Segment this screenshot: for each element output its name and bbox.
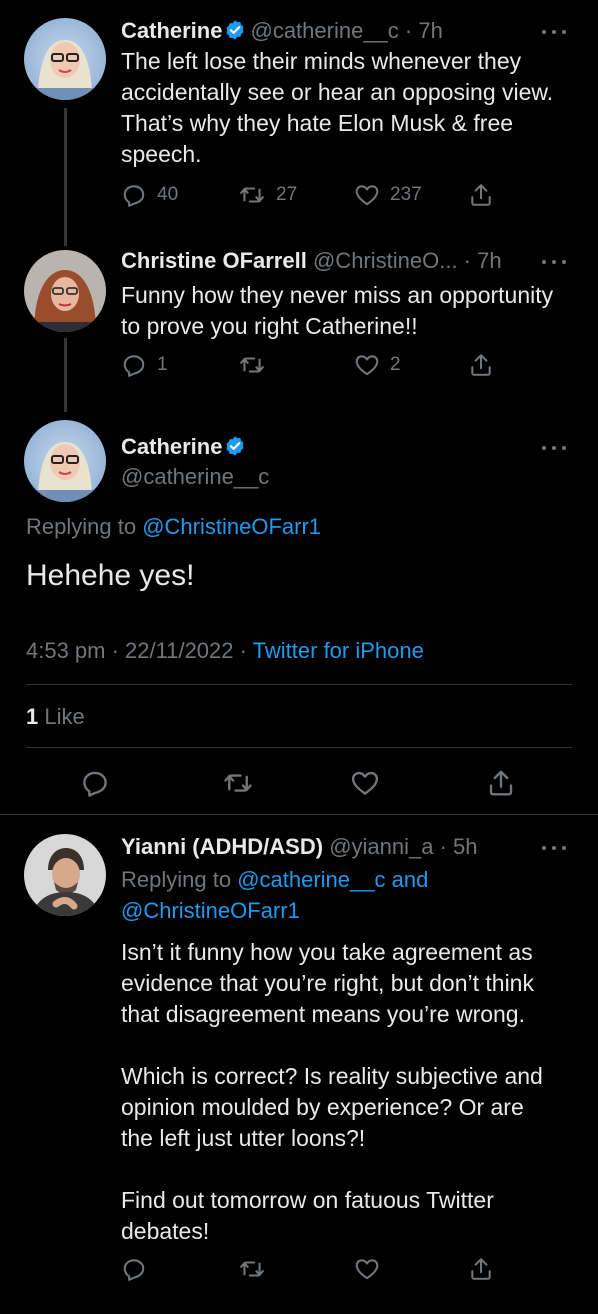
reply-button[interactable]: 40 (121, 182, 178, 208)
share-button[interactable] (486, 768, 516, 798)
reply-icon (121, 182, 147, 208)
display-name[interactable]: Catherine (121, 18, 222, 43)
like-button[interactable] (354, 1256, 380, 1282)
display-name[interactable]: Christine OFarrell (121, 248, 307, 273)
tweet-header: Catherine @catherine__c · 7h (121, 16, 443, 46)
likes-count[interactable]: 1 Like (26, 702, 85, 732)
handle-time[interactable]: @ChristineO... · 7h (313, 248, 502, 273)
retweet-button[interactable]: 27 (238, 182, 297, 208)
reply-icon (121, 1256, 147, 1282)
verified-badge-icon (224, 435, 246, 457)
avatar-yianni[interactable] (24, 834, 106, 916)
like-button[interactable]: 2 (354, 352, 401, 378)
reply-button[interactable] (121, 1256, 147, 1282)
tweet-text: Isn’t it funny how you take agreement as… (121, 939, 543, 1244)
focus-author[interactable]: Catherine @catherine__c (121, 432, 269, 492)
handle: @catherine__c (121, 464, 270, 489)
display-name: Catherine (121, 434, 223, 459)
retweet-icon (238, 182, 266, 208)
share-button[interactable] (468, 1256, 494, 1282)
tweet-header: Christine OFarrell @ChristineO... · 7h (121, 246, 502, 276)
divider (26, 684, 572, 685)
retweet-button[interactable] (238, 352, 276, 378)
like-icon (354, 1256, 380, 1282)
source-link[interactable]: Twitter for iPhone (253, 638, 424, 663)
mention-link[interactable]: @catherine__c (237, 867, 385, 892)
share-icon (468, 1256, 494, 1282)
more-icon[interactable] (542, 28, 568, 36)
like-button[interactable]: 237 (354, 182, 422, 208)
like-icon (350, 768, 380, 798)
like-button[interactable] (350, 768, 380, 798)
share-icon (486, 768, 516, 798)
retweet-button[interactable] (238, 1256, 266, 1282)
divider (26, 747, 572, 748)
replying-to: Replying to @ChristineOFarr1 (26, 514, 322, 539)
avatar-catherine[interactable] (24, 420, 106, 502)
avatar-christine[interactable] (24, 250, 106, 332)
reply-icon (80, 768, 110, 798)
mention-link[interactable]: @ChristineOFarr1 (142, 514, 321, 539)
thread-connector (64, 108, 67, 246)
retweet-icon (222, 768, 254, 798)
like-icon (354, 352, 380, 378)
display-name[interactable]: Yianni (ADHD/ASD) (121, 834, 323, 859)
tweet-text: Funny how they never miss an opportunity… (121, 282, 554, 339)
tweet-timestamp: 4:53 pm · 22/11/2022 · Twitter for iPhon… (26, 638, 424, 663)
tweet-text: The left lose their minds whenever they … (121, 48, 554, 167)
reply-button[interactable]: 1 (121, 352, 168, 378)
divider (0, 814, 598, 815)
focus-tweet-text: Hehehe yes! (26, 559, 195, 592)
share-button[interactable] (468, 182, 494, 208)
replying-to: Replying to @catherine__c and @Christine… (121, 867, 429, 923)
more-icon[interactable] (542, 844, 568, 852)
verified-badge-icon (224, 19, 246, 41)
retweet-icon (238, 1256, 266, 1282)
more-icon[interactable] (542, 258, 568, 266)
retweet-button[interactable] (222, 768, 254, 798)
tweet-header: Yianni (ADHD/ASD) @yianni_a · 5h (121, 832, 478, 862)
handle-time[interactable]: @catherine__c · 7h (250, 18, 442, 43)
share-icon (468, 182, 494, 208)
like-icon (354, 182, 380, 208)
thread-connector (64, 338, 67, 412)
share-button[interactable] (468, 352, 494, 378)
reply-icon (121, 352, 147, 378)
avatar-catherine[interactable] (24, 18, 106, 100)
reply-button[interactable] (80, 768, 110, 798)
handle-time[interactable]: @yianni_a · 5h (329, 834, 477, 859)
mention-link[interactable]: @ChristineOFarr1 (121, 898, 300, 923)
share-icon (468, 352, 494, 378)
retweet-icon (238, 352, 266, 378)
more-icon[interactable] (542, 444, 568, 452)
